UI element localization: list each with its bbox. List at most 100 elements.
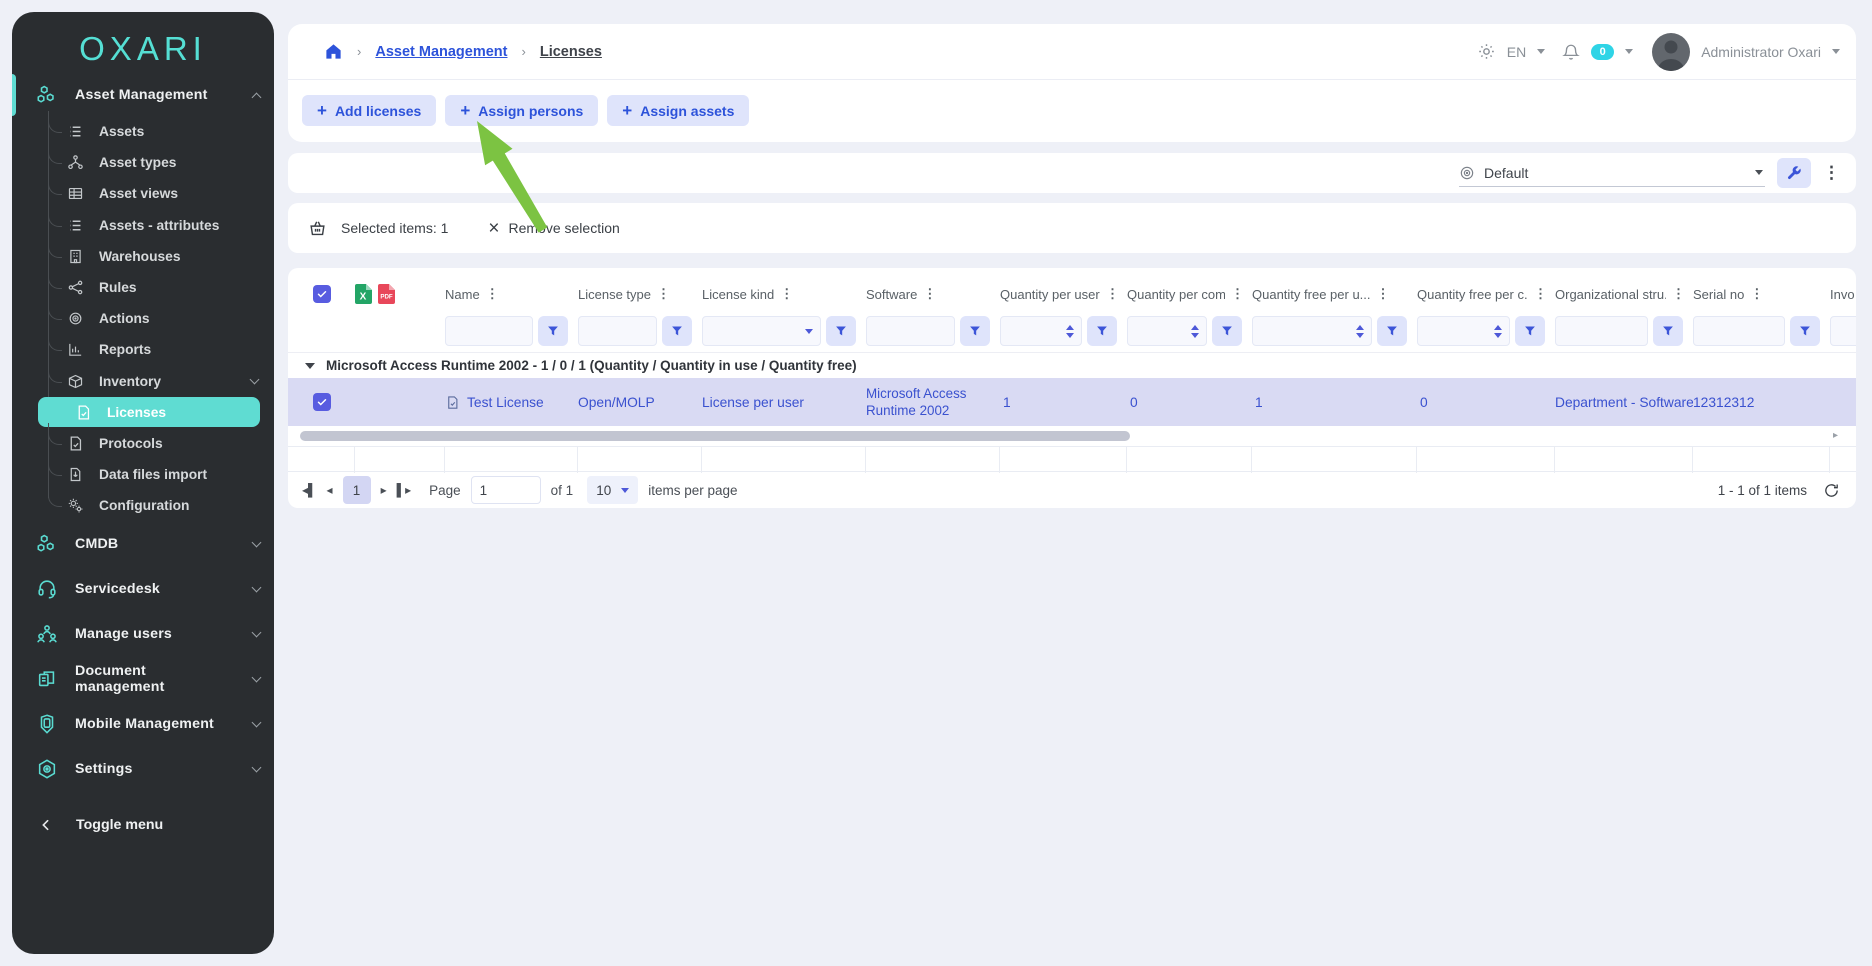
sidebar-item-servicedesk[interactable]: Servicedesk [12,566,274,611]
filter-button[interactable] [960,316,990,346]
column-header-quantity-per-users[interactable]: Quantity per users [1000,287,1100,302]
scroll-right-arrow-icon[interactable]: ▸ [1833,430,1838,441]
scrollbar-thumb[interactable] [300,431,1130,441]
chevron-down-icon[interactable] [1832,49,1840,54]
home-icon[interactable] [324,42,343,61]
column-menu-icon[interactable]: ⋮ [657,286,670,302]
hexagon-cluster-icon [36,533,58,555]
column-header-name[interactable]: Name [445,287,480,302]
sidebar-item-manage-users[interactable]: Manage users [12,611,274,656]
collapse-caret-icon[interactable] [305,363,315,369]
last-page-button[interactable]: ▌▸ [397,484,412,496]
export-excel-icon[interactable]: X [355,284,372,304]
gears-icon [66,497,84,515]
funnel-icon [546,324,560,338]
gear-icon[interactable] [1477,42,1496,61]
column-menu-icon[interactable]: ⋮ [1377,286,1390,302]
sidebar-item-configuration[interactable]: Configuration [12,490,274,521]
previous-page-button[interactable]: ◂ [327,484,333,496]
page-1-button[interactable]: 1 [343,476,371,504]
column-header-license-type[interactable]: License type [578,287,651,302]
more-options-menu[interactable]: ⋮ [1823,168,1840,178]
chevron-down-icon[interactable] [1537,49,1545,54]
toggle-menu-button[interactable]: Toggle menu [12,805,274,845]
view-selector-dropdown[interactable]: Default [1459,160,1765,187]
sidebar-item-cmdb[interactable]: CMDB [12,521,274,566]
table-filter-row [288,312,1856,350]
filter-button[interactable] [1790,316,1820,346]
numeric-stepper[interactable] [1191,325,1199,338]
language-selector[interactable]: EN [1507,44,1526,60]
filter-button[interactable] [826,316,856,346]
filter-button[interactable] [538,316,568,346]
view-settings-wrench-button[interactable] [1777,158,1811,188]
column-header-serial-no[interactable]: Serial no [1693,287,1744,302]
assign-assets-button[interactable]: + Assign assets [607,95,749,126]
add-licenses-button[interactable]: + Add licenses [302,95,436,126]
filter-button[interactable] [662,316,692,346]
cell-name[interactable]: Test License [467,395,544,410]
bell-icon[interactable] [1562,43,1580,61]
column-menu-icon[interactable]: ⋮ [923,286,936,302]
numeric-stepper[interactable] [1356,325,1364,338]
column-header-organizational-structure[interactable]: Organizational stru... [1555,287,1666,302]
group-header-row[interactable]: Microsoft Access Runtime 2002 - 1 / 0 / … [288,352,1856,378]
filter-button[interactable] [1087,316,1117,346]
mobile-shield-icon [36,713,58,735]
filter-select-license-kind[interactable] [702,316,821,346]
funnel-icon [670,324,684,338]
filter-input-quantity-per-users[interactable] [1000,316,1082,346]
avatar[interactable] [1652,33,1690,71]
filter-input-name[interactable] [445,316,533,346]
column-header-quantity-free-per-computers[interactable]: Quantity free per c... [1417,287,1528,302]
remove-selection-button[interactable]: × Remove selection [488,219,619,238]
sidebar-item-mobile-management[interactable]: Mobile Management [12,701,274,746]
filter-input-quantity-free-per-computers[interactable] [1417,316,1510,346]
numeric-stepper[interactable] [1494,325,1502,338]
filter-button[interactable] [1515,316,1545,346]
column-menu-icon[interactable]: ⋮ [1106,286,1119,302]
sidebar-item-document-management[interactable]: Document management [12,656,274,701]
column-menu-icon[interactable]: ⋮ [486,286,499,302]
filter-input-software[interactable] [866,316,955,346]
first-page-button[interactable]: ◂▌ [302,484,317,496]
assign-persons-button[interactable]: + Assign persons [445,95,598,126]
filter-input-serial-no[interactable] [1693,316,1785,346]
filter-button[interactable] [1212,316,1242,346]
page-number-input[interactable] [471,476,541,504]
filter-input-quantity-free-per-users[interactable] [1252,316,1372,346]
column-menu-icon[interactable]: ⋮ [1672,286,1685,302]
column-header-quantity-free-per-users[interactable]: Quantity free per u... [1252,287,1371,302]
numeric-stepper[interactable] [1066,325,1074,338]
next-page-button[interactable]: ▸ [381,484,387,496]
column-header-invoice[interactable]: Invo [1830,287,1855,302]
refresh-icon[interactable] [1823,482,1840,499]
filter-button[interactable] [1653,316,1683,346]
filter-button[interactable] [1377,316,1407,346]
sidebar-item-settings[interactable]: Settings [12,746,274,791]
breadcrumb-licenses[interactable]: Licenses [540,44,602,60]
breadcrumb-separator: › [357,44,361,59]
column-header-quantity-per-computers[interactable]: Quantity per comp... [1127,287,1225,302]
column-menu-icon[interactable]: ⋮ [780,286,793,302]
filter-input-license-type[interactable] [578,316,657,346]
column-menu-icon[interactable]: ⋮ [1750,286,1763,302]
filter-input-quantity-per-computers[interactable] [1127,316,1207,346]
sidebar-item-asset-management[interactable]: Asset Management [12,74,274,116]
chevron-down-icon[interactable] [1625,49,1633,54]
column-header-software[interactable]: Software [866,287,917,302]
column-menu-icon[interactable]: ⋮ [1534,286,1547,302]
filter-input-organizational-structure[interactable] [1555,316,1648,346]
select-all-checkbox[interactable] [313,285,331,303]
row-checkbox[interactable] [313,393,331,411]
notification-badge: 0 [1591,44,1614,60]
filter-input-invoice[interactable] [1830,316,1856,346]
user-menu[interactable]: Administrator Oxari [1701,44,1821,60]
items-per-page-select[interactable]: 10 [587,476,638,504]
column-menu-icon[interactable]: ⋮ [1231,286,1244,302]
column-header-license-kind[interactable]: License kind [702,287,774,302]
table-row[interactable]: Test License Open/MOLP License per user … [288,378,1856,426]
breadcrumb-asset-management[interactable]: Asset Management [375,44,507,60]
horizontal-scrollbar[interactable]: ▸ [300,431,1840,441]
export-pdf-icon[interactable]: PDF [378,284,395,304]
